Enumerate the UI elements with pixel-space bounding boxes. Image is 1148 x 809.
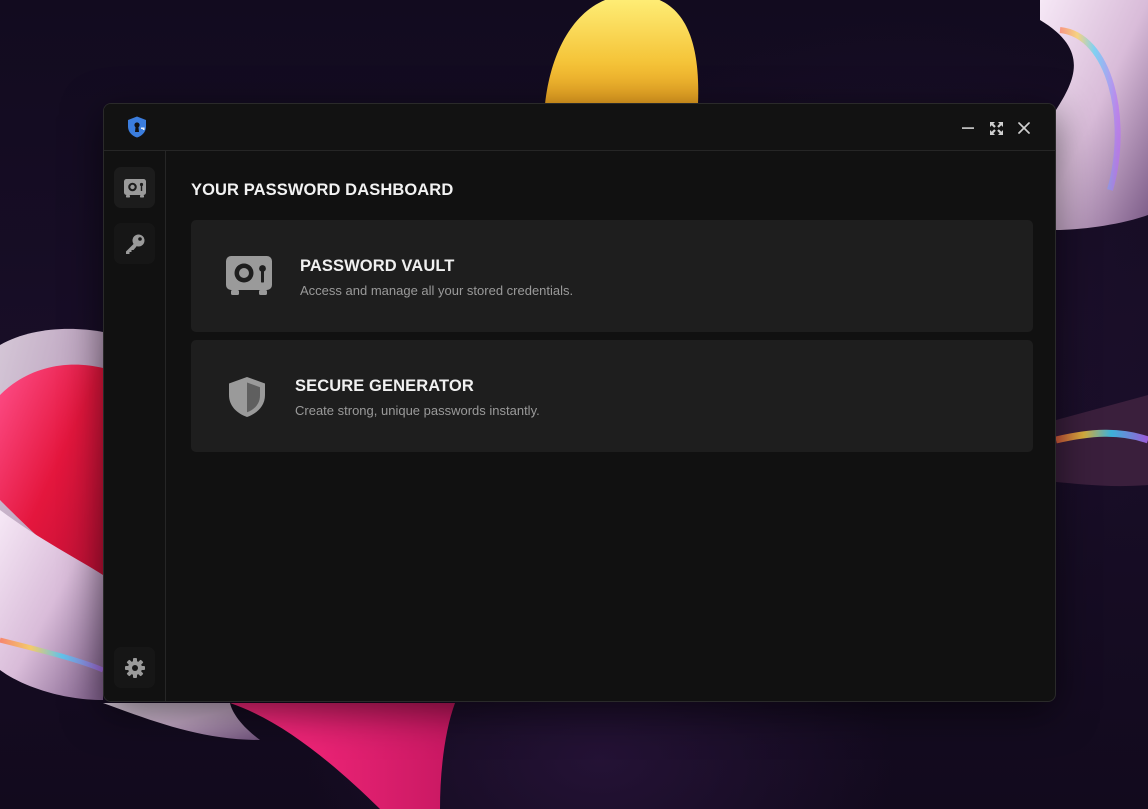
minimize-button[interactable] xyxy=(957,117,979,139)
secure-generator-card[interactable]: SECURE GENERATOR Create strong, unique p… xyxy=(191,340,1033,452)
shield-icon xyxy=(229,377,265,417)
window-controls xyxy=(957,117,1035,139)
vault-icon xyxy=(226,256,272,295)
card-title: PASSWORD VAULT xyxy=(300,257,455,275)
close-button[interactable] xyxy=(1013,117,1035,139)
sidebar-item-vault[interactable] xyxy=(114,167,155,208)
card-description: Create strong, unique passwords instantl… xyxy=(295,403,540,418)
maximize-icon xyxy=(989,121,1003,135)
card-description: Access and manage all your stored creden… xyxy=(300,283,574,298)
password-vault-card[interactable]: PASSWORD VAULT Access and manage all you… xyxy=(191,220,1033,332)
maximize-button[interactable] xyxy=(985,117,1007,139)
key-icon xyxy=(125,234,144,254)
vault-icon xyxy=(123,178,146,197)
gear-icon xyxy=(124,657,145,678)
card-title: SECURE GENERATOR xyxy=(295,377,474,395)
shield-keyhole-icon xyxy=(128,116,146,138)
close-icon xyxy=(1018,122,1030,134)
sidebar xyxy=(104,151,166,701)
settings-button[interactable] xyxy=(114,647,155,688)
page-title: YOUR PASSWORD DASHBOARD xyxy=(191,181,454,199)
main-content: YOUR PASSWORD DASHBOARD PASSWORD VAULT A… xyxy=(167,151,1055,701)
title-bar[interactable] xyxy=(104,104,1055,151)
app-window: YOUR PASSWORD DASHBOARD PASSWORD VAULT A… xyxy=(103,103,1056,702)
minimize-icon xyxy=(962,127,974,129)
sidebar-item-generator[interactable] xyxy=(114,223,155,264)
